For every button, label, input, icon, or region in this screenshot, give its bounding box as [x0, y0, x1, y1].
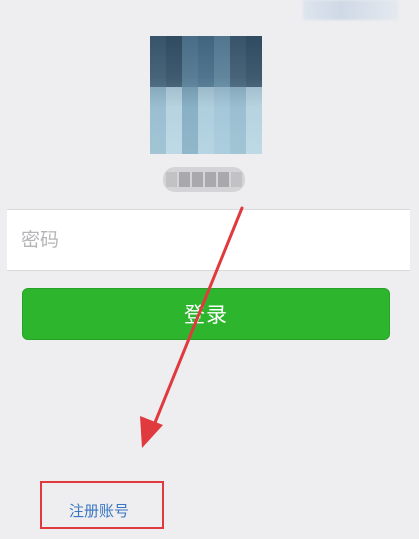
- username-redacted: [163, 167, 245, 192]
- redacted-block: [218, 172, 229, 187]
- login-button[interactable]: 登录: [22, 288, 390, 340]
- register-account-link[interactable]: 注册账号: [69, 500, 129, 521]
- blurred-corner-element: [303, 0, 398, 20]
- avatar-pixel: [182, 103, 198, 121]
- avatar-pixel: [230, 137, 246, 154]
- avatar-pixel: [214, 36, 230, 53]
- avatar-pixel: [246, 103, 262, 121]
- avatar-pixel: [230, 86, 246, 104]
- avatar-pixel: [214, 137, 230, 154]
- avatar-pixel: [246, 120, 262, 138]
- avatar-pixel: [230, 69, 246, 87]
- avatar-pixel: [182, 69, 198, 87]
- avatar: [150, 36, 262, 154]
- avatar-pixel: [246, 36, 262, 53]
- redacted-block: [192, 172, 203, 187]
- avatar-pixel: [198, 103, 214, 121]
- avatar-pixel: [166, 137, 182, 154]
- avatar-pixel: [166, 86, 182, 104]
- redacted-block: [231, 172, 242, 187]
- avatar-pixel: [150, 52, 166, 70]
- avatar-pixel: [198, 86, 214, 104]
- avatar-pixel: [246, 69, 262, 87]
- redacted-block: [205, 172, 216, 187]
- arrow-head: [140, 416, 163, 448]
- avatar-pixel: [198, 137, 214, 154]
- avatar-pixel: [246, 52, 262, 70]
- avatar-pixel: [150, 120, 166, 138]
- redacted-block: [166, 172, 177, 187]
- avatar-pixel: [166, 103, 182, 121]
- avatar-pixel: [150, 86, 166, 104]
- avatar-pixel: [150, 137, 166, 154]
- avatar-pixel: [166, 36, 182, 53]
- avatar-pixel: [150, 36, 166, 53]
- avatar-pixel: [198, 36, 214, 53]
- avatar-pixel: [150, 103, 166, 121]
- avatar-pixel: [214, 86, 230, 104]
- avatar-pixel: [198, 69, 214, 87]
- avatar-pixel: [198, 120, 214, 138]
- avatar-pixel: [182, 36, 198, 53]
- password-input[interactable]: [21, 210, 391, 270]
- avatar-pixel: [214, 120, 230, 138]
- avatar-pixel: [198, 52, 214, 70]
- avatar-pixel: [182, 86, 198, 104]
- avatar-pixel: [230, 120, 246, 138]
- avatar-pixel: [214, 52, 230, 70]
- avatar-pixel: [246, 86, 262, 104]
- redacted-block: [179, 172, 190, 187]
- avatar-pixel: [182, 137, 198, 154]
- avatar-pixel: [230, 36, 246, 53]
- avatar-pixel: [166, 120, 182, 138]
- avatar-pixel: [246, 137, 262, 154]
- avatar-pixel: [214, 69, 230, 87]
- avatar-pixel: [214, 103, 230, 121]
- avatar-pixel: [230, 103, 246, 121]
- avatar-pixel: [166, 52, 182, 70]
- avatar-pixel: [182, 52, 198, 70]
- avatar-pixel: [150, 69, 166, 87]
- avatar-pixel: [230, 52, 246, 70]
- password-row: [7, 209, 410, 271]
- avatar-pixel: [166, 69, 182, 87]
- avatar-pixel: [182, 120, 198, 138]
